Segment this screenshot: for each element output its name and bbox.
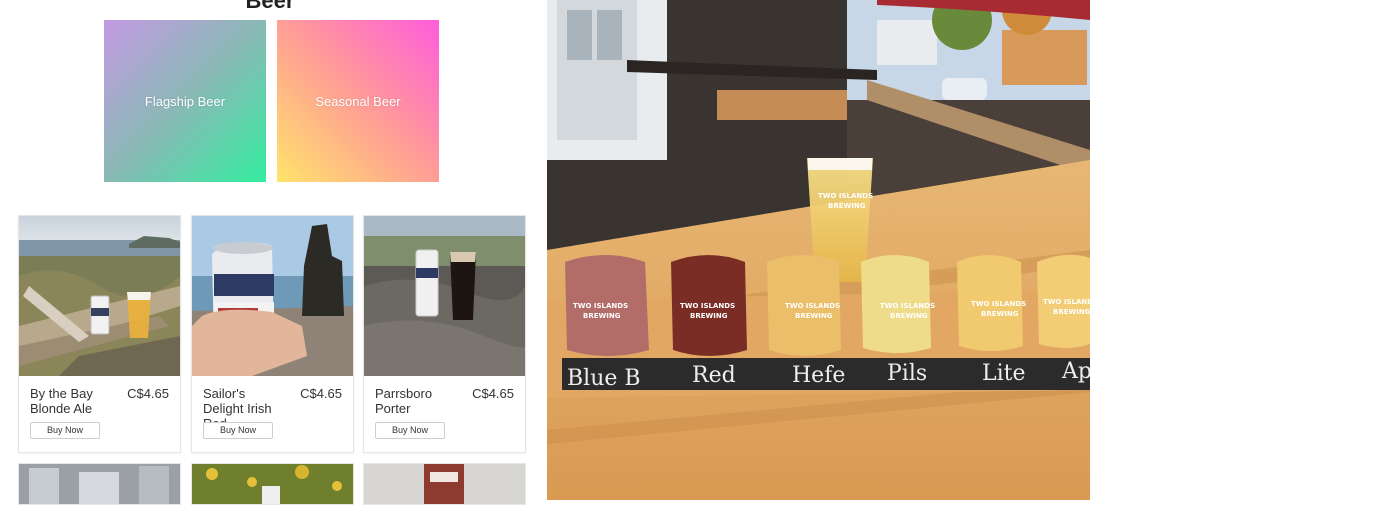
glass-logo: BREWING — [583, 312, 621, 320]
glass-logo: BREWING — [828, 202, 866, 210]
category-seasonal-beer[interactable]: Seasonal Beer — [277, 20, 439, 182]
glass-logo: BREWING — [1053, 308, 1090, 316]
product-price: C$4.65 — [472, 386, 514, 401]
chalk-label: Hefe — [792, 363, 845, 388]
product-card[interactable] — [191, 463, 354, 505]
glass-logo: TWO ISLANDS — [818, 192, 873, 200]
product-price: C$4.65 — [127, 386, 169, 401]
product-card[interactable] — [18, 463, 181, 505]
product-card[interactable]: By the Bay Blonde Ale C$4.65 Buy Now — [18, 215, 181, 453]
category-label: Seasonal Beer — [315, 93, 401, 109]
glass-logo: TWO ISLANDS — [573, 302, 628, 310]
product-card[interactable]: Parrsboro Porter C$4.65 Buy Now — [363, 215, 526, 453]
buy-now-button[interactable]: Buy Now — [30, 422, 100, 439]
section-title: Beer — [245, 0, 295, 13]
product-name[interactable]: Parrsboro Porter — [375, 386, 455, 416]
glass-logo: TWO ISLANDS — [880, 302, 935, 310]
product-name[interactable]: By the Bay Blonde Ale — [30, 386, 110, 416]
category-label: Flagship Beer — [144, 93, 226, 109]
product-image[interactable] — [19, 216, 180, 376]
product-card[interactable]: Sailor's Delight Irish Red C$4.65 Buy No… — [191, 215, 354, 453]
glass-logo: BREWING — [890, 312, 928, 320]
product-image[interactable] — [192, 216, 353, 376]
product-image[interactable] — [364, 464, 525, 504]
hero-image-beer-flight: Blue B Red Hefe Pils Lite Ap TWO ISLANDS… — [547, 0, 1090, 500]
glass-logo: BREWING — [690, 312, 728, 320]
chalk-label: Pils — [887, 361, 927, 386]
buy-now-button[interactable]: Buy Now — [375, 422, 445, 439]
glass-logo: TWO ISLANDS — [971, 300, 1026, 308]
glass-logo: TWO ISLANDS — [680, 302, 735, 310]
chalk-label: Red — [692, 363, 736, 388]
chalk-label: Lite — [982, 361, 1026, 386]
product-card[interactable] — [363, 463, 526, 505]
product-image[interactable] — [19, 464, 180, 504]
glass-logo: TWO ISLANDS — [1043, 298, 1090, 306]
product-image[interactable] — [364, 216, 525, 376]
chalk-label: Blue B — [567, 366, 641, 391]
product-price: C$4.65 — [300, 386, 342, 401]
product-image[interactable] — [192, 464, 353, 504]
glass-logo: BREWING — [981, 310, 1019, 318]
chalk-label: Ap — [1061, 359, 1090, 384]
buy-now-button[interactable]: Buy Now — [203, 422, 273, 439]
glass-logo: TWO ISLANDS — [785, 302, 840, 310]
category-flagship-beer[interactable]: Flagship Beer — [104, 20, 266, 182]
glass-logo: BREWING — [795, 312, 833, 320]
